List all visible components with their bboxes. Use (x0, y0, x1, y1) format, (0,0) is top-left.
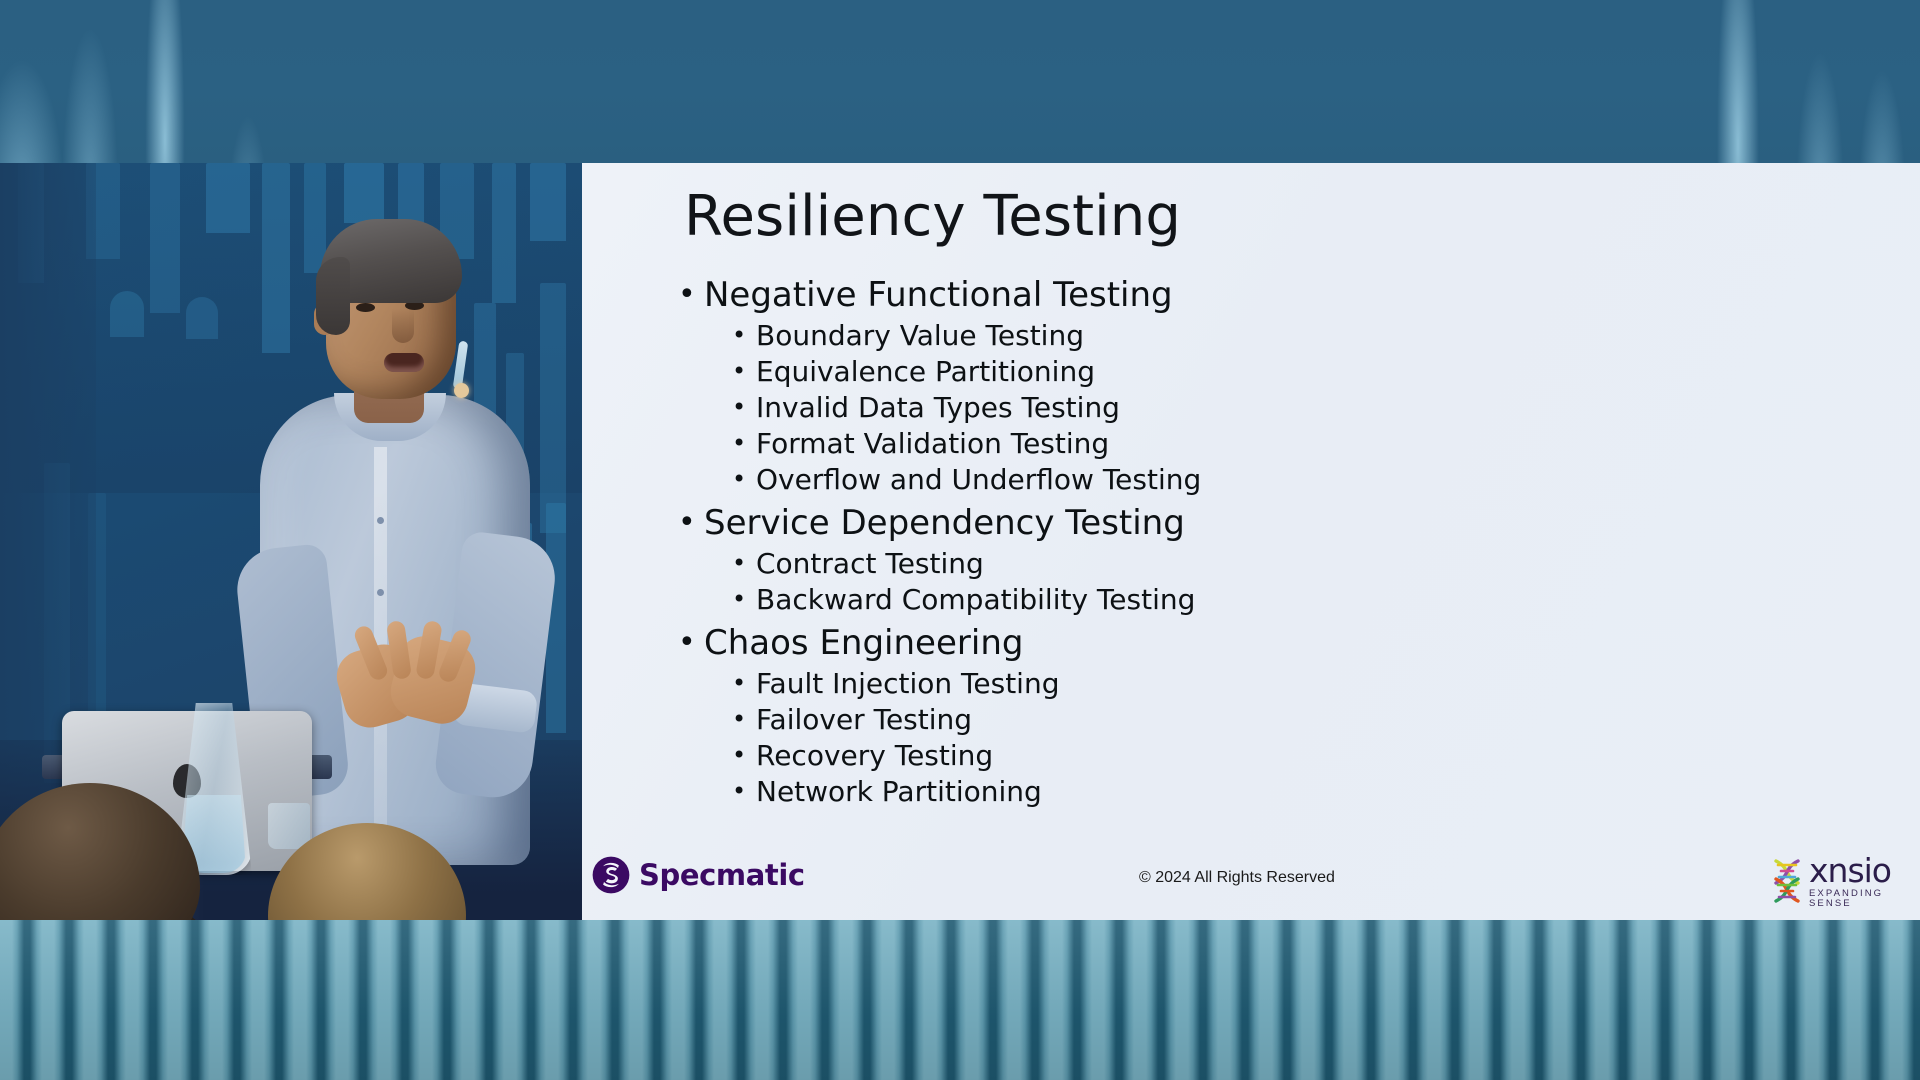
bullet-level1: • Chaos Engineering (678, 626, 1828, 660)
bullet-level1-label: Chaos Engineering (704, 623, 1024, 663)
bullet-level2: • Invalid Data Types Testing (732, 391, 1828, 424)
bullet-glyph-icon: • (732, 669, 747, 697)
bullet-glyph-icon: • (732, 321, 747, 349)
bullet-glyph-icon: • (732, 549, 747, 577)
bullet-level2-label: Backward Compatibility Testing (756, 583, 1196, 616)
bullet-level2: • Failover Testing (732, 703, 1828, 736)
speaker-video-panel[interactable] (0, 163, 582, 920)
slide-title: Resiliency Testing (684, 184, 1182, 249)
bullet-level2: • Equivalence Partitioning (732, 355, 1828, 388)
bullet-level2-label: Recovery Testing (756, 739, 994, 772)
slide-bullet-list: • Negative Functional Testing • Boundary… (678, 278, 1828, 818)
bullet-glyph-icon: • (732, 393, 747, 421)
bullet-level2-label: Network Partitioning (756, 775, 1042, 808)
bullet-level2-label: Failover Testing (756, 703, 973, 736)
bullet-group: • Chaos Engineering • Fault Injection Te… (678, 626, 1828, 806)
speaker-nose (392, 309, 414, 343)
copyright-text: © 2024 All Rights Reserved (1139, 869, 1335, 886)
bullet-glyph-icon: • (678, 277, 696, 312)
bullet-level2: • Backward Compatibility Testing (732, 583, 1828, 616)
bullet-level2-label: Format Validation Testing (756, 427, 1110, 460)
screen-root: Resiliency Testing • Negative Functional… (0, 0, 1920, 1080)
bullet-group: • Negative Functional Testing • Boundary… (678, 278, 1828, 494)
slide-footer: Specmatic © 2024 All Rights Reserved xns… (582, 842, 1920, 920)
speaker-sideburn (316, 257, 350, 335)
bullet-glyph-icon: • (732, 465, 747, 493)
bullet-glyph-icon: • (732, 585, 747, 613)
bullet-glyph-icon: • (732, 429, 747, 457)
bullet-glyph-icon: • (732, 357, 747, 385)
bullet-level2-label: Overflow and Underflow Testing (756, 463, 1202, 496)
specmatic-s-logo-icon (590, 854, 632, 896)
bullet-level2: • Boundary Value Testing (732, 319, 1828, 352)
bullet-level2: • Format Validation Testing (732, 427, 1828, 460)
bullet-glyph-icon: • (678, 625, 696, 660)
bullet-glyph-icon: • (732, 705, 747, 733)
bullet-level2-label: Equivalence Partitioning (756, 355, 1095, 388)
xnsio-text-block: xnsio EXPANDING SENSE (1809, 854, 1920, 908)
backdrop-top-band (0, 0, 1920, 164)
bullet-level1-label: Negative Functional Testing (704, 275, 1173, 315)
bullet-level2: • Contract Testing (732, 547, 1828, 580)
bullet-level2: • Overflow and Underflow Testing (732, 463, 1828, 496)
backdrop-bottom-band (0, 920, 1920, 1080)
speaker-mouth (384, 353, 424, 372)
presentation-slide[interactable]: Resiliency Testing • Negative Functional… (582, 163, 1920, 920)
xnsio-dna-helix-icon (1770, 858, 1804, 904)
specmatic-wordmark: Specmatic (639, 858, 805, 892)
specmatic-logo: Specmatic (590, 854, 805, 896)
bullet-level2: • Network Partitioning (732, 775, 1828, 808)
bullet-glyph-icon: • (678, 505, 696, 540)
bullet-level1: • Service Dependency Testing (678, 506, 1828, 540)
bullet-glyph-icon: • (732, 777, 747, 805)
bullet-level1-label: Service Dependency Testing (704, 503, 1185, 543)
bullet-level2-label: Contract Testing (756, 547, 984, 580)
bullet-level2: • Fault Injection Testing (732, 667, 1828, 700)
bullet-level2-label: Boundary Value Testing (756, 319, 1084, 352)
xnsio-logo: xnsio EXPANDING SENSE (1770, 853, 1920, 909)
bullet-glyph-icon: • (732, 741, 747, 769)
bullet-level1: • Negative Functional Testing (678, 278, 1828, 312)
speaker-hands (330, 619, 488, 743)
drinking-glass (268, 803, 310, 849)
bullet-level2: • Recovery Testing (732, 739, 1828, 772)
xnsio-tagline: EXPANDING SENSE (1809, 888, 1884, 909)
bullet-level2-label: Invalid Data Types Testing (756, 391, 1120, 424)
bullet-level2-label: Fault Injection Testing (756, 667, 1060, 700)
xnsio-wordmark: xnsio (1809, 853, 1892, 890)
bullet-group: • Service Dependency Testing • Contract … (678, 506, 1828, 614)
speaker-microphone-tip (454, 383, 469, 398)
